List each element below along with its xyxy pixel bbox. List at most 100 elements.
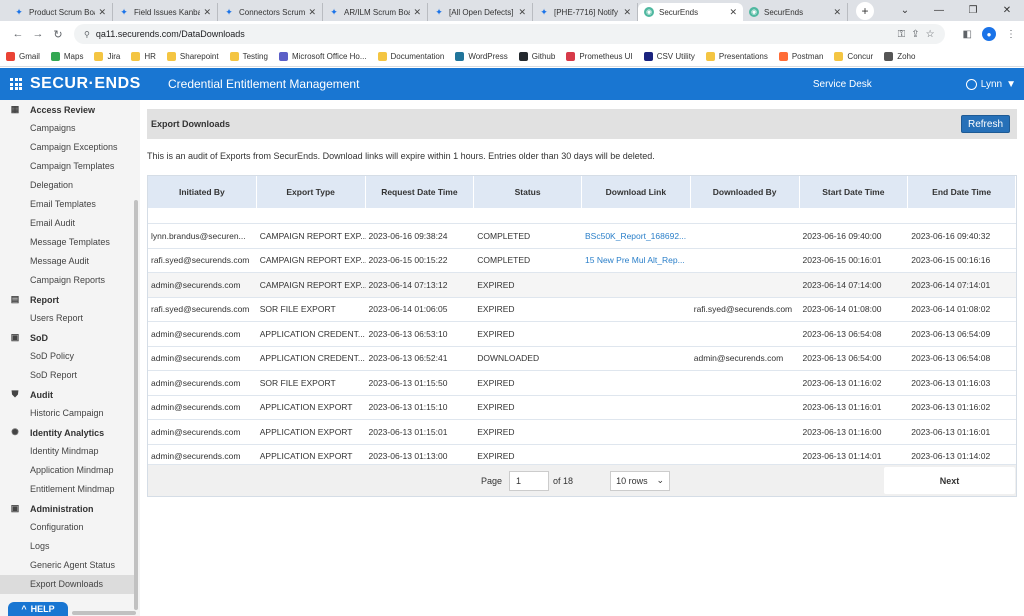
column-header[interactable]: Download Link <box>582 176 691 208</box>
bookmark-item[interactable]: Sharepoint <box>166 52 219 61</box>
sidebar-item-message-templates[interactable]: Message Templates <box>0 233 140 252</box>
sidebar-item-historic-campaign[interactable]: Historic Campaign <box>0 404 140 423</box>
bookmark-item[interactable]: Testing <box>229 52 268 61</box>
sidebar-section-identity-analytics[interactable]: ✺ Identity Analytics <box>0 423 140 442</box>
browser-tab[interactable]: ◉ SecurEnds ✕ <box>743 3 848 21</box>
star-icon[interactable]: ☆ <box>926 29 935 40</box>
share-icon[interactable]: ⇪ <box>911 29 919 40</box>
sidebar-section-report[interactable]: ▤ Report <box>0 290 140 309</box>
table-cell: APPLICATION CREDENT... <box>259 328 365 339</box>
download-link[interactable]: BSc50K_Report_168692... <box>582 224 691 248</box>
tab-search-icon[interactable]: ⌄ <box>888 0 922 21</box>
browser-tab[interactable]: ✦ AR/ILM Scrum Boa ✕ <box>323 3 428 21</box>
sidebar-section-administration[interactable]: ▣ Administration <box>0 499 140 518</box>
key-icon[interactable]: ⚿ <box>898 29 906 40</box>
close-icon[interactable]: ✕ <box>518 7 526 18</box>
sidebar-item-sod-policy[interactable]: SoD Policy <box>0 347 140 366</box>
rows-per-page-select[interactable]: 10 rows ⌄ <box>610 470 671 491</box>
horizontal-scrollbar[interactable] <box>72 611 136 615</box>
reload-icon[interactable]: ↻ <box>48 28 68 41</box>
sidebar-item-generic-agent-status[interactable]: Generic Agent Status <box>0 556 140 575</box>
sidebar-item-email-templates[interactable]: Email Templates <box>0 195 140 214</box>
column-header[interactable]: End Date Time <box>908 176 1016 208</box>
close-icon[interactable]: ✕ <box>413 7 421 18</box>
sidebar-scrollbar[interactable] <box>134 200 138 610</box>
minimize-icon[interactable]: — <box>922 0 956 21</box>
sidebar-item-campaigns[interactable]: Campaigns <box>0 119 140 138</box>
help-button[interactable]: ^ HELP <box>8 602 68 616</box>
download-link[interactable]: 15 New Pre Mul Alt_Rep... <box>582 249 691 273</box>
site-info-icon[interactable]: ⚲ <box>84 30 90 39</box>
column-header[interactable]: Initiated By <box>148 176 257 208</box>
sidebar-section-access-review[interactable]: ▦ Access Review <box>0 100 140 119</box>
browser-tab[interactable]: ✦ [All Open Defects] ✕ <box>428 3 533 21</box>
securends-logo[interactable]: SECUR·ENDS <box>30 75 168 93</box>
sidebar-item-message-audit[interactable]: Message Audit <box>0 252 140 271</box>
column-header[interactable]: Export Type <box>257 176 366 208</box>
sidebar-item-campaign-reports[interactable]: Campaign Reports <box>0 271 140 290</box>
sidebar-item-application-mindmap[interactable]: Application Mindmap <box>0 461 140 480</box>
browser-tab-bar: ✦ Product Scrum Boa ✕ ✦ Field Issues Kanbar ✕… <box>0 0 1024 21</box>
close-icon[interactable]: ✕ <box>729 7 737 18</box>
bookmark-item[interactable]: HR <box>131 52 156 61</box>
column-header[interactable]: Request Date Time <box>366 176 475 208</box>
close-icon[interactable]: ✕ <box>203 7 211 18</box>
page-number-input[interactable]: 1 <box>509 470 550 491</box>
browser-tab[interactable]: ✦ [PHE-7716] Notify ✕ <box>533 3 638 21</box>
service-desk-link[interactable]: Service Desk <box>813 79 872 90</box>
menu-icon[interactable]: ⋮ <box>1006 29 1016 40</box>
bookmark-item[interactable]: Presentations <box>705 52 768 61</box>
refresh-button[interactable]: Refresh <box>961 115 1010 133</box>
bookmark-item[interactable]: Maps <box>50 52 83 61</box>
sidebar-section-audit[interactable]: ⛊ Audit <box>0 385 140 404</box>
sidebar-item-entitlement-mindmap[interactable]: Entitlement Mindmap <box>0 480 140 499</box>
back-icon[interactable]: ← <box>8 28 28 40</box>
sidebar-item-identity-mindmap[interactable]: Identity Mindmap <box>0 442 140 461</box>
apps-grid-icon[interactable] <box>10 78 22 90</box>
browser-tab[interactable]: ✦ Connectors Scrum ✕ <box>218 3 323 21</box>
bookmark-item[interactable]: Jira <box>94 52 120 61</box>
restore-icon[interactable]: ❐ <box>956 0 990 21</box>
bookmark-item[interactable]: Github <box>518 52 555 61</box>
browser-tab[interactable]: ✦ Field Issues Kanbar ✕ <box>113 3 218 21</box>
sidebar-item-delegation[interactable]: Delegation <box>0 176 140 195</box>
column-header[interactable]: Start Date Time <box>800 176 909 208</box>
close-window-icon[interactable]: ✕ <box>990 0 1024 21</box>
forward-icon[interactable]: → <box>28 28 48 40</box>
user-menu[interactable]: Lynn ▼ <box>965 78 1016 90</box>
table-cell: 2023-06-13 01:15:50 <box>368 377 448 388</box>
sidebar-section-sod[interactable]: ▣ SoD <box>0 328 140 347</box>
profile-avatar[interactable]: ● <box>982 27 996 41</box>
new-tab-button[interactable]: + <box>856 2 874 20</box>
next-page-button[interactable]: Next <box>884 467 1015 494</box>
sidebar-item-sod-report[interactable]: SoD Report <box>0 366 140 385</box>
close-icon[interactable]: ✕ <box>623 7 631 18</box>
table-cell: 2023-06-13 01:16:02 <box>911 402 991 413</box>
column-header[interactable]: Downloaded By <box>691 176 800 208</box>
url-input[interactable]: ⚲ qa11.securends.com/DataDownloads ⚿ ⇪ ☆ <box>74 24 945 44</box>
column-header[interactable]: Status <box>474 176 582 208</box>
bookmark-item[interactable]: Prometheus UI <box>566 52 633 61</box>
sidebar-item-campaign-exceptions[interactable]: Campaign Exceptions <box>0 138 140 157</box>
bookmark-item[interactable]: WordPress <box>455 52 508 61</box>
table-row: admin@securends.com APPLICATION EXPORT 202… <box>148 420 1016 445</box>
sidebar-item-configuration[interactable]: Configuration <box>0 518 140 537</box>
browser-tab[interactable]: ✦ Product Scrum Boa ✕ <box>8 3 113 21</box>
sidebar-item-campaign-templates[interactable]: Campaign Templates <box>0 157 140 176</box>
close-icon[interactable]: ✕ <box>98 7 106 18</box>
bookmark-item[interactable]: Zoho <box>884 52 915 61</box>
browser-tab[interactable]: ◉ SecurEnds ✕ <box>638 3 743 21</box>
bookmark-item[interactable]: Documentation <box>377 52 444 61</box>
bookmark-item[interactable]: Concur <box>834 52 873 61</box>
sidebar-item-email-audit[interactable]: Email Audit <box>0 214 140 233</box>
sidebar-item-users-report[interactable]: Users Report <box>0 309 140 328</box>
bookmark-item[interactable]: Postman <box>778 52 823 61</box>
close-icon[interactable]: ✕ <box>833 7 841 18</box>
close-icon[interactable]: ✕ <box>308 7 316 18</box>
sidebar-item-logs[interactable]: Logs <box>0 537 140 556</box>
sidebar-item-export-downloads[interactable]: Export Downloads <box>0 575 134 594</box>
bookmark-item[interactable]: Microsoft Office Ho... <box>278 52 367 61</box>
bookmark-item[interactable]: Gmail <box>6 52 40 61</box>
bookmark-item[interactable]: CSV Utility <box>643 52 695 61</box>
side-panel-icon[interactable]: ◧ <box>963 29 972 40</box>
